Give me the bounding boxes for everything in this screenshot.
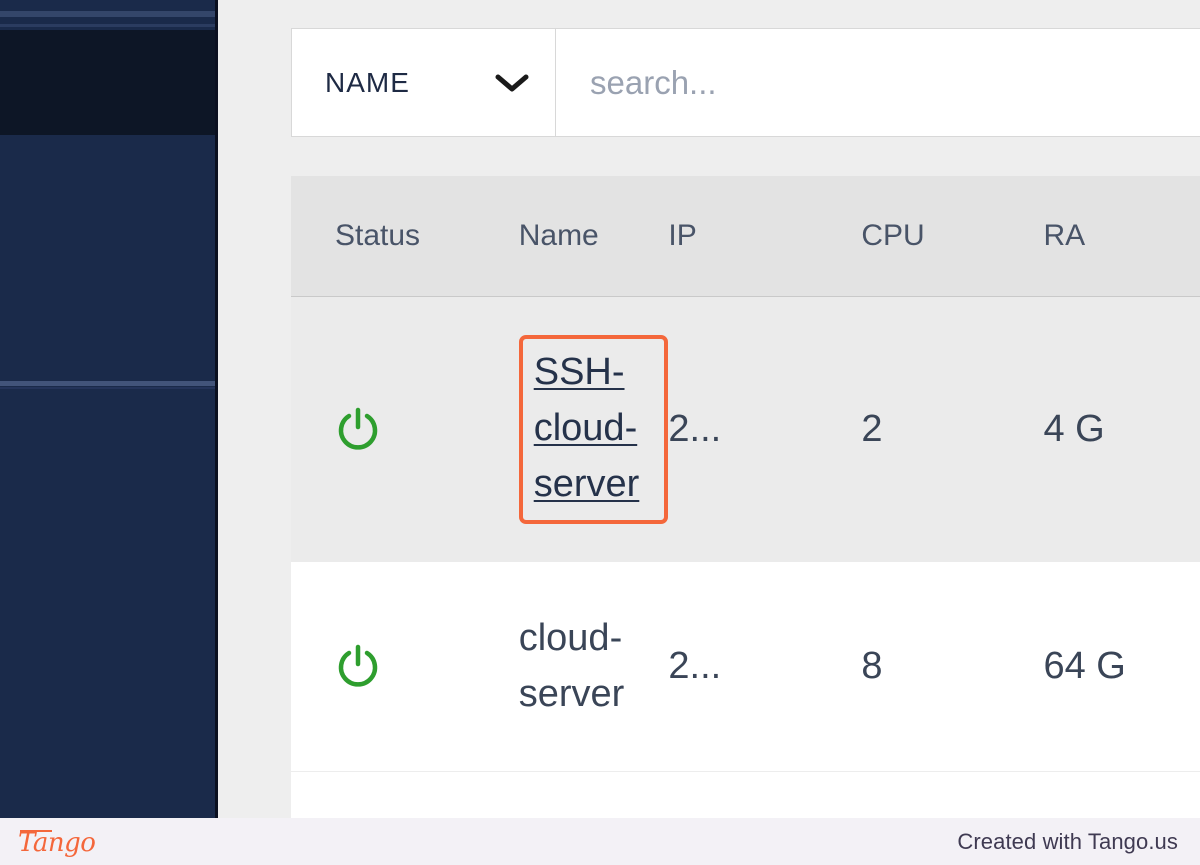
row-status-cell [291, 406, 481, 454]
row-ip-cell: 2... [668, 644, 722, 687]
row-ram-cell: 4 G [1043, 407, 1105, 450]
row-name-cell: cloud-server [481, 611, 669, 723]
table-row[interactable]: cloud-server 2... 8 64 G [291, 562, 1200, 772]
table-header-row: Status Name IP CPU RA [291, 176, 1200, 297]
footer-credit-text: Created with Tango.us [957, 828, 1178, 854]
column-header-ip[interactable]: IP [668, 219, 861, 253]
sidebar-divider-shadow [0, 387, 215, 389]
search-input[interactable] [588, 62, 1200, 103]
column-header-cpu[interactable]: CPU [861, 219, 1043, 253]
column-header-ram[interactable]: RA [1043, 219, 1200, 253]
main-content: NAME Status Name IP CPU RA [218, 0, 1200, 818]
sidebar-top-highlight [0, 11, 215, 17]
tango-logo-text: Tango [18, 827, 96, 858]
column-header-status[interactable]: Status [291, 219, 481, 253]
table-row-partial[interactable] [291, 772, 1200, 818]
server-name-text: cloud-server [518, 616, 625, 715]
server-table: Status Name IP CPU RA SSH-cloud-server 2… [291, 176, 1200, 818]
filter-bar: NAME [291, 28, 1200, 137]
sort-field-select[interactable]: NAME [291, 28, 556, 137]
tango-logo-bar [20, 829, 52, 832]
app-screen: NAME Status Name IP CPU RA [0, 0, 1200, 865]
sidebar-divider [0, 381, 215, 386]
power-icon[interactable] [335, 643, 481, 691]
row-ip-cell: 2... [668, 407, 722, 450]
row-name-cell: SSH-cloud-server [481, 335, 669, 524]
name-highlight-box: SSH-cloud-server [518, 335, 669, 524]
tango-logo: Tango [18, 827, 96, 858]
server-name-link[interactable]: SSH-cloud-server [534, 345, 656, 513]
search-field-wrapper[interactable] [556, 28, 1200, 137]
table-row[interactable]: SSH-cloud-server 2... 2 4 G [291, 297, 1200, 562]
power-icon[interactable] [335, 406, 481, 454]
sidebar-top-highlight-secondary [0, 24, 215, 27]
sort-field-label: NAME [325, 66, 410, 98]
left-sidebar [0, 0, 218, 818]
column-header-name[interactable]: Name [481, 219, 669, 253]
row-status-cell [291, 643, 481, 691]
row-cpu-cell: 2 [861, 407, 883, 450]
row-ram-cell: 64 G [1043, 644, 1126, 687]
chevron-down-icon [495, 73, 529, 93]
row-cpu-cell: 8 [861, 644, 883, 687]
sidebar-header-band [0, 30, 215, 135]
tango-footer: Tango Created with Tango.us [0, 818, 1200, 865]
